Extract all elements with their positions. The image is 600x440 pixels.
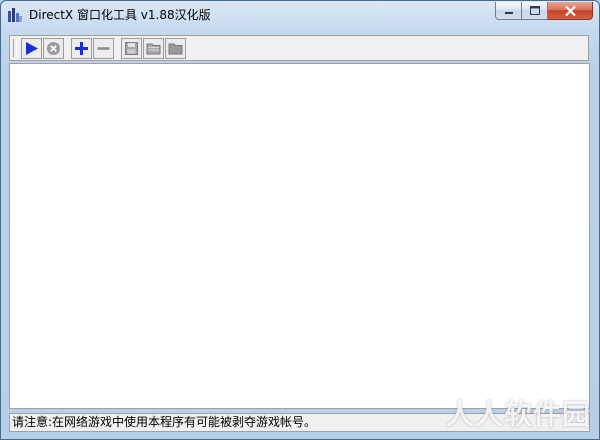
status-text: 请注意:在网络游戏中使用本程序有可能被剥夺游戏帐号。 <box>12 415 317 429</box>
toolbar-grip[interactable] <box>13 39 17 57</box>
minimize-icon <box>504 11 513 14</box>
open-button[interactable] <box>143 37 164 59</box>
remove-button[interactable] <box>93 37 114 59</box>
folder-button[interactable] <box>165 37 186 59</box>
add-icon <box>75 41 88 55</box>
window-title: DirectX 窗口化工具 v1.88汉化版 <box>29 8 211 22</box>
watermark-logo: 人人软件园 <box>445 398 591 431</box>
play-icon <box>26 41 38 55</box>
stop-icon <box>47 41 60 55</box>
title-bar[interactable]: DirectX 窗口化工具 v1.88汉化版 <box>1 1 599 29</box>
start-button[interactable] <box>21 37 42 59</box>
toolbar <box>9 35 589 61</box>
stop-button[interactable] <box>43 37 64 59</box>
folder-icon <box>168 43 183 54</box>
app-icon[interactable] <box>7 7 23 23</box>
app-window: DirectX 窗口化工具 v1.88汉化版 请注意:在网络游戏中使用本程序有可… <box>0 0 600 440</box>
open-folder-icon <box>146 43 161 54</box>
remove-icon <box>97 46 110 50</box>
add-button[interactable] <box>71 37 92 59</box>
maximize-button[interactable] <box>522 2 548 20</box>
save-button[interactable] <box>121 37 142 59</box>
caption-buttons <box>495 2 593 20</box>
maximize-icon <box>529 6 540 15</box>
save-icon <box>125 41 138 55</box>
close-button[interactable] <box>548 2 593 20</box>
program-list[interactable] <box>9 63 590 409</box>
close-icon <box>564 5 576 16</box>
minimize-button[interactable] <box>495 2 522 20</box>
